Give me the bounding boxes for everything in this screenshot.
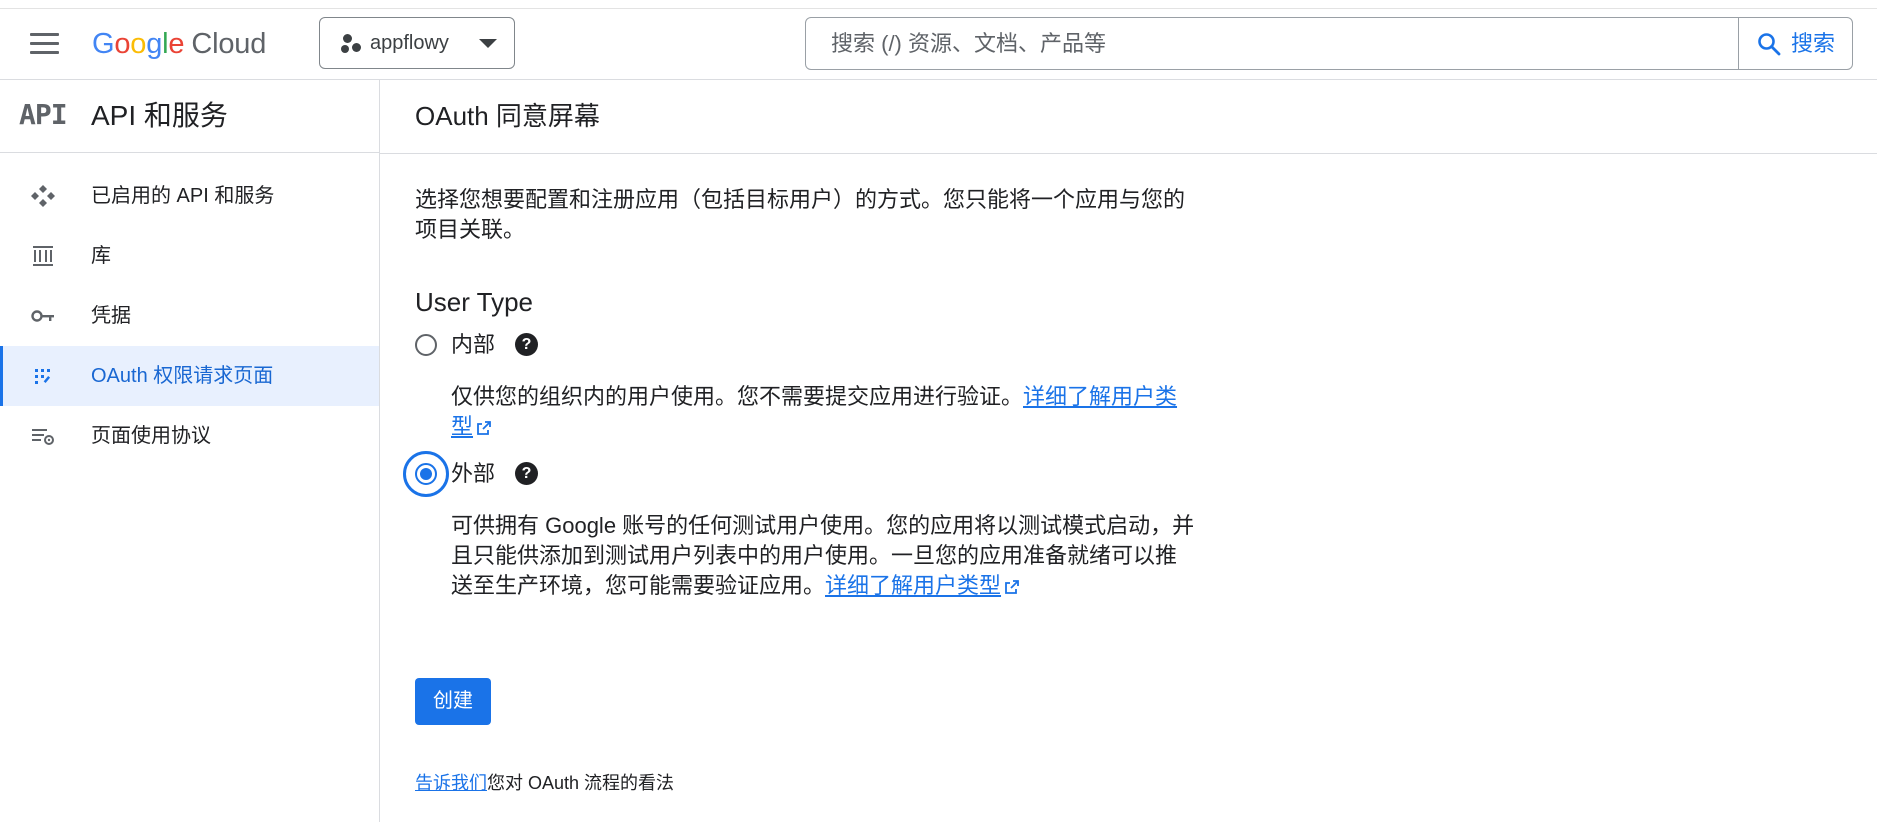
hamburger-icon [30, 33, 59, 36]
hamburger-icon-bar [30, 42, 59, 45]
option-label-internal: 内部 [451, 332, 496, 357]
sidebar-item-label: 凭据 [91, 305, 131, 327]
search-input[interactable] [807, 19, 1817, 68]
hamburger-icon-bar [30, 51, 59, 54]
logo-letter: o [130, 28, 147, 60]
chevron-down-icon [479, 39, 497, 48]
sidebar-item-label: 已启用的 API 和服务 [91, 185, 275, 207]
logo-letter: g [146, 28, 163, 60]
radio-internal[interactable] [415, 334, 437, 356]
external-link-icon [1005, 580, 1019, 594]
user-type-title: User Type [415, 287, 534, 317]
option-desc-internal: 仅供您的组织内的用户使用。您不需要提交应用进行验证。详细了解用户类型 [451, 382, 1196, 442]
sidebar: API API 和服务 已启用的 API 和服务 库 凭据 OAuth 权限请求… [0, 80, 380, 822]
logo-letter: o [114, 28, 131, 60]
sidebar-item-label: 库 [91, 245, 111, 267]
sidebar-item-credentials[interactable]: 凭据 [0, 286, 379, 346]
google-cloud-logo[interactable]: Google Cloud [92, 24, 266, 64]
sidebar-header: API API 和服务 [0, 80, 379, 153]
help-icon[interactable]: ? [515, 333, 538, 356]
sidebar-item-library[interactable]: 库 [0, 226, 379, 286]
external-link-icon [477, 421, 491, 435]
sidebar-title: API 和服务 [91, 100, 228, 131]
sidebar-item-oauth-consent[interactable]: OAuth 权限请求页面 [0, 346, 379, 406]
radio-external[interactable] [415, 463, 437, 485]
feedback-line: 告诉我们您对 OAuth 流程的看法 [415, 770, 674, 796]
library-icon [33, 246, 53, 266]
key-icon [31, 310, 54, 322]
help-icon[interactable]: ? [515, 462, 538, 485]
settings-list-icon [32, 429, 54, 445]
page-title-bar: OAuth 同意屏幕 [380, 80, 1877, 154]
top-border [0, 0, 1877, 9]
search-icon [1758, 33, 1781, 56]
create-button[interactable]: 创建 [415, 678, 491, 725]
project-picker-button[interactable]: appflowy [319, 17, 515, 69]
option-desc-text: 仅供您的组织内的用户使用。您不需要提交应用进行验证。 [451, 384, 1024, 409]
feedback-text: 您对 OAuth 流程的看法 [487, 773, 675, 793]
logo-letter: G [92, 28, 115, 60]
oauth-consent-icon [35, 369, 51, 384]
option-label-external: 外部 [451, 461, 496, 486]
top-bar: Google Cloud appflowy 搜索 [0, 9, 1877, 80]
search-button-label: 搜索 [1791, 31, 1836, 56]
sidebar-item-label: 页面使用协议 [91, 425, 211, 447]
logo-cloud-text: Cloud [191, 28, 267, 60]
sidebar-nav: 已启用的 API 和服务 库 凭据 OAuth 权限请求页面 页面使用协议 [0, 166, 379, 466]
search-button[interactable]: 搜索 [1738, 18, 1853, 69]
logo-letter: e [168, 28, 185, 60]
main-menu-button[interactable] [30, 33, 61, 55]
project-name: appflowy [370, 32, 449, 54]
consent-form: 选择您想要配置和注册应用（包括目标用户）的方式。您只能将一个应用与您的项目关联。… [403, 185, 1195, 598]
project-dots-icon [341, 34, 363, 54]
option-desc-external: 可供拥有 Google 账号的任何测试用户使用。您的应用将以测试模式启动，并且只… [451, 511, 1196, 601]
main-content: OAuth 同意屏幕 选择您想要配置和注册应用（包括目标用户）的方式。您只能将一… [380, 80, 1877, 822]
api-diamond-icon [31, 185, 55, 207]
learn-more-link-external[interactable]: 详细了解用户类型 [825, 573, 1020, 598]
intro-text: 选择您想要配置和注册应用（包括目标用户）的方式。您只能将一个应用与您的项目关联。 [415, 187, 1186, 242]
search-bar: 搜索 [805, 17, 1853, 70]
feedback-link[interactable]: 告诉我们 [415, 773, 487, 793]
api-logo-icon: API [19, 98, 68, 131]
page-title: OAuth 同意屏幕 [415, 101, 600, 131]
sidebar-item-page-usage-agreement[interactable]: 页面使用协议 [0, 406, 379, 466]
learn-more-text: 详细了解用户类型 [825, 573, 1002, 598]
option-desc-text: 可供拥有 Google 账号的任何测试用户使用。您的应用将以测试模式启动，并且只… [451, 513, 1195, 598]
sidebar-item-enabled-apis[interactable]: 已启用的 API 和服务 [0, 166, 379, 226]
sidebar-item-label: OAuth 权限请求页面 [91, 365, 274, 387]
